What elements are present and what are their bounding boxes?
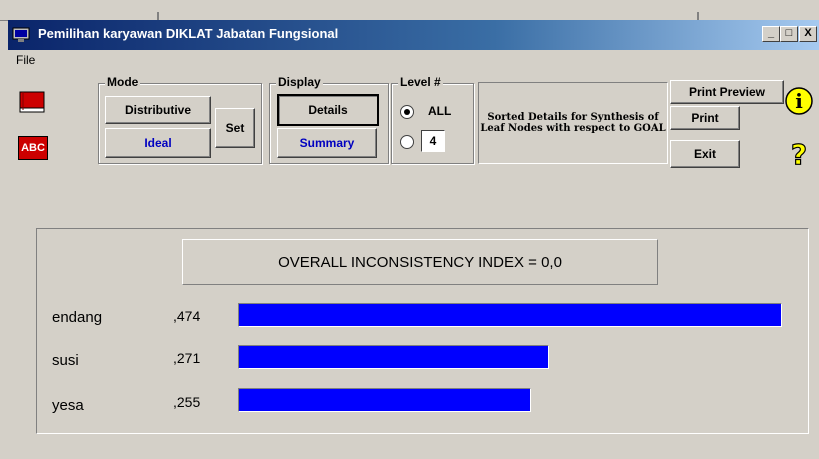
details-button[interactable]: Details — [277, 94, 379, 126]
level-all-label: ALL — [428, 104, 452, 118]
menu-file[interactable]: File — [16, 53, 35, 67]
level-number-radio[interactable] — [400, 135, 414, 149]
inconsistency-index: OVERALL INCONSISTENCY INDEX = 0,0 — [182, 239, 658, 285]
print-preview-button[interactable]: Print Preview — [670, 80, 784, 104]
level-label: Level # — [398, 75, 443, 89]
help-icon[interactable]: ? — [786, 138, 812, 170]
mode-label: Mode — [105, 75, 141, 89]
display-label: Display — [276, 75, 323, 89]
book-icon[interactable] — [18, 90, 46, 114]
app-window: Pemilihan karyawan DIKLAT Jabatan Fungsi… — [8, 20, 819, 459]
sort-description: Sorted Details for Synthesis of Leaf Nod… — [478, 82, 668, 164]
summary-button[interactable]: Summary — [277, 128, 377, 158]
distributive-button[interactable]: Distributive — [105, 96, 211, 124]
exit-button[interactable]: Exit — [670, 140, 740, 168]
alternative-name: yesa — [52, 397, 84, 414]
close-button[interactable]: X — [799, 26, 817, 42]
alternative-name: endang — [52, 309, 103, 326]
alternative-value: ,271 — [173, 350, 201, 366]
level-all-radio[interactable] — [400, 105, 414, 119]
print-button[interactable]: Print — [670, 106, 740, 130]
alternative-value: ,255 — [173, 394, 201, 410]
info-icon[interactable]: i — [784, 86, 814, 116]
background-window-strip — [0, 0, 819, 21]
maximize-button[interactable]: □ — [780, 26, 798, 42]
set-button[interactable]: Set — [215, 108, 255, 148]
title-bar[interactable]: Pemilihan karyawan DIKLAT Jabatan Fungsi… — [8, 20, 819, 50]
window-title: Pemilihan karyawan DIKLAT Jabatan Fungsi… — [38, 26, 339, 41]
alternative-bar — [238, 345, 549, 369]
minimize-button[interactable]: _ — [762, 26, 780, 42]
strip-divider — [157, 12, 159, 20]
svg-text:i: i — [795, 89, 803, 113]
svg-text:?: ? — [791, 138, 807, 170]
alternative-value: ,474 — [173, 308, 201, 324]
level-number-input[interactable]: 4 — [421, 130, 445, 152]
abc-icon-text: ABC — [21, 142, 45, 154]
alternative-bar — [238, 303, 782, 327]
ideal-button[interactable]: Ideal — [105, 128, 211, 158]
abc-icon[interactable]: ABC — [18, 136, 48, 160]
alternative-bar — [238, 388, 531, 412]
strip-divider — [697, 12, 699, 20]
app-icon — [12, 27, 30, 42]
alternative-name: susi — [52, 352, 79, 369]
menu-bar: File — [8, 50, 819, 70]
